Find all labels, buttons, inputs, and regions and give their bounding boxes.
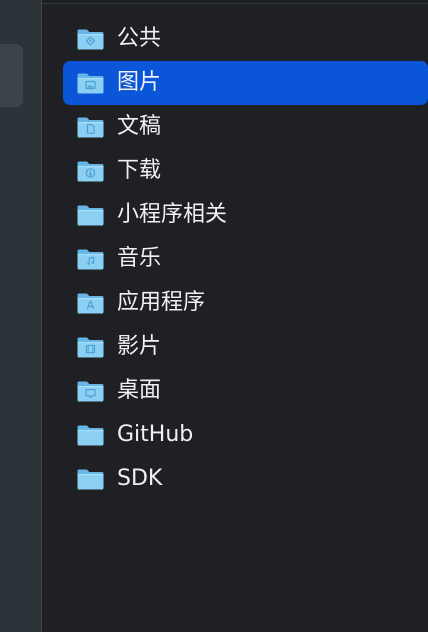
item-label: 下载	[117, 158, 162, 183]
item-label: 文稿	[117, 114, 162, 139]
list-item[interactable]: 应用程序	[63, 281, 428, 325]
folder-icon	[76, 424, 105, 447]
folder-icon	[76, 468, 105, 491]
pictures-folder-icon	[76, 72, 105, 95]
list-item[interactable]: 图片	[63, 61, 428, 105]
item-label: 应用程序	[117, 290, 206, 315]
music-folder-icon	[76, 248, 105, 271]
item-label: GitHub	[117, 422, 194, 447]
divider	[42, 3, 428, 4]
item-label: 小程序相关	[117, 202, 228, 227]
item-label: 公共	[117, 26, 162, 51]
list-item[interactable]: 公共	[63, 17, 428, 61]
finder-window: 公共 图片 文稿 下载 小程序相关 音乐 应用程序 影片 桌面 GitHub S…	[0, 0, 428, 632]
downloads-folder-icon	[76, 160, 105, 183]
list-item[interactable]: 桌面	[63, 369, 428, 413]
file-list: 公共 图片 文稿 下载 小程序相关 音乐 应用程序 影片 桌面 GitHub S…	[63, 17, 428, 501]
list-item[interactable]: 文稿	[63, 105, 428, 149]
list-item[interactable]: 音乐	[63, 237, 428, 281]
sidebar-selected-item[interactable]	[0, 44, 23, 107]
desktop-folder-icon	[76, 380, 105, 403]
list-item[interactable]: GitHub	[63, 413, 428, 457]
file-list-pane: 公共 图片 文稿 下载 小程序相关 音乐 应用程序 影片 桌面 GitHub S…	[42, 0, 428, 632]
sidebar	[0, 0, 42, 632]
folder-icon	[76, 204, 105, 227]
item-label: SDK	[117, 466, 163, 491]
list-item[interactable]: 小程序相关	[63, 193, 428, 237]
list-item[interactable]: SDK	[63, 457, 428, 501]
list-item[interactable]: 影片	[63, 325, 428, 369]
movies-folder-icon	[76, 336, 105, 359]
item-label: 音乐	[117, 246, 162, 271]
list-item[interactable]: 下载	[63, 149, 428, 193]
applications-folder-icon	[76, 292, 105, 315]
public-folder-icon	[76, 28, 105, 51]
documents-folder-icon	[76, 116, 105, 139]
item-label: 桌面	[117, 378, 162, 403]
item-label: 图片	[117, 70, 162, 95]
item-label: 影片	[117, 334, 162, 359]
